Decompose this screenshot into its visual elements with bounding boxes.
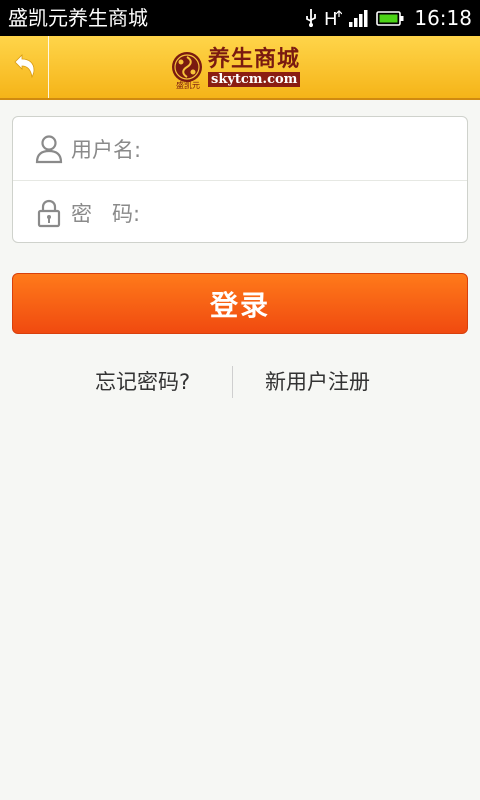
logo-subtitle: 盛凯元: [176, 81, 200, 90]
battery-icon: [376, 8, 404, 28]
user-icon: [35, 134, 63, 164]
status-icons: H 16:18: [304, 0, 472, 36]
password-input[interactable]: [144, 191, 455, 234]
svg-text:H: H: [324, 9, 338, 28]
usb-icon: [304, 8, 318, 28]
auth-links: 忘记密码? 新用户注册: [0, 362, 480, 402]
links-divider: [232, 366, 233, 398]
hsdpa-icon: H: [324, 8, 343, 28]
header-bar: 养生商城 skytcm.com 盛凯元: [0, 36, 480, 100]
forgot-password-link[interactable]: 忘记密码?: [95, 362, 190, 402]
lock-icon: [35, 198, 63, 228]
back-button[interactable]: [0, 36, 49, 98]
login-form: 用户名: 密 码:: [12, 116, 468, 243]
password-row: 密 码:: [13, 180, 467, 244]
login-button[interactable]: 登录: [12, 273, 468, 334]
username-input[interactable]: [145, 127, 455, 170]
username-row: 用户名:: [13, 117, 467, 180]
logo-title: 养生商城: [208, 45, 301, 72]
username-label: 用户名:: [71, 137, 142, 162]
status-bar: 盛凯元养生商城 H 16:18: [0, 0, 480, 36]
status-time: 16:18: [414, 6, 472, 30]
signal-icon: [348, 8, 370, 28]
logo-emblem-icon: [170, 50, 204, 84]
logo-text: 养生商城 skytcm.com: [208, 45, 301, 87]
password-label: 密 码:: [71, 201, 141, 226]
register-link[interactable]: 新用户注册: [265, 362, 370, 402]
back-arrow-icon: [9, 50, 39, 84]
status-app-name: 盛凯元养生商城: [8, 6, 148, 30]
app-logo: 养生商城 skytcm.com 盛凯元: [170, 42, 310, 92]
logo-url: skytcm.com: [208, 71, 301, 87]
